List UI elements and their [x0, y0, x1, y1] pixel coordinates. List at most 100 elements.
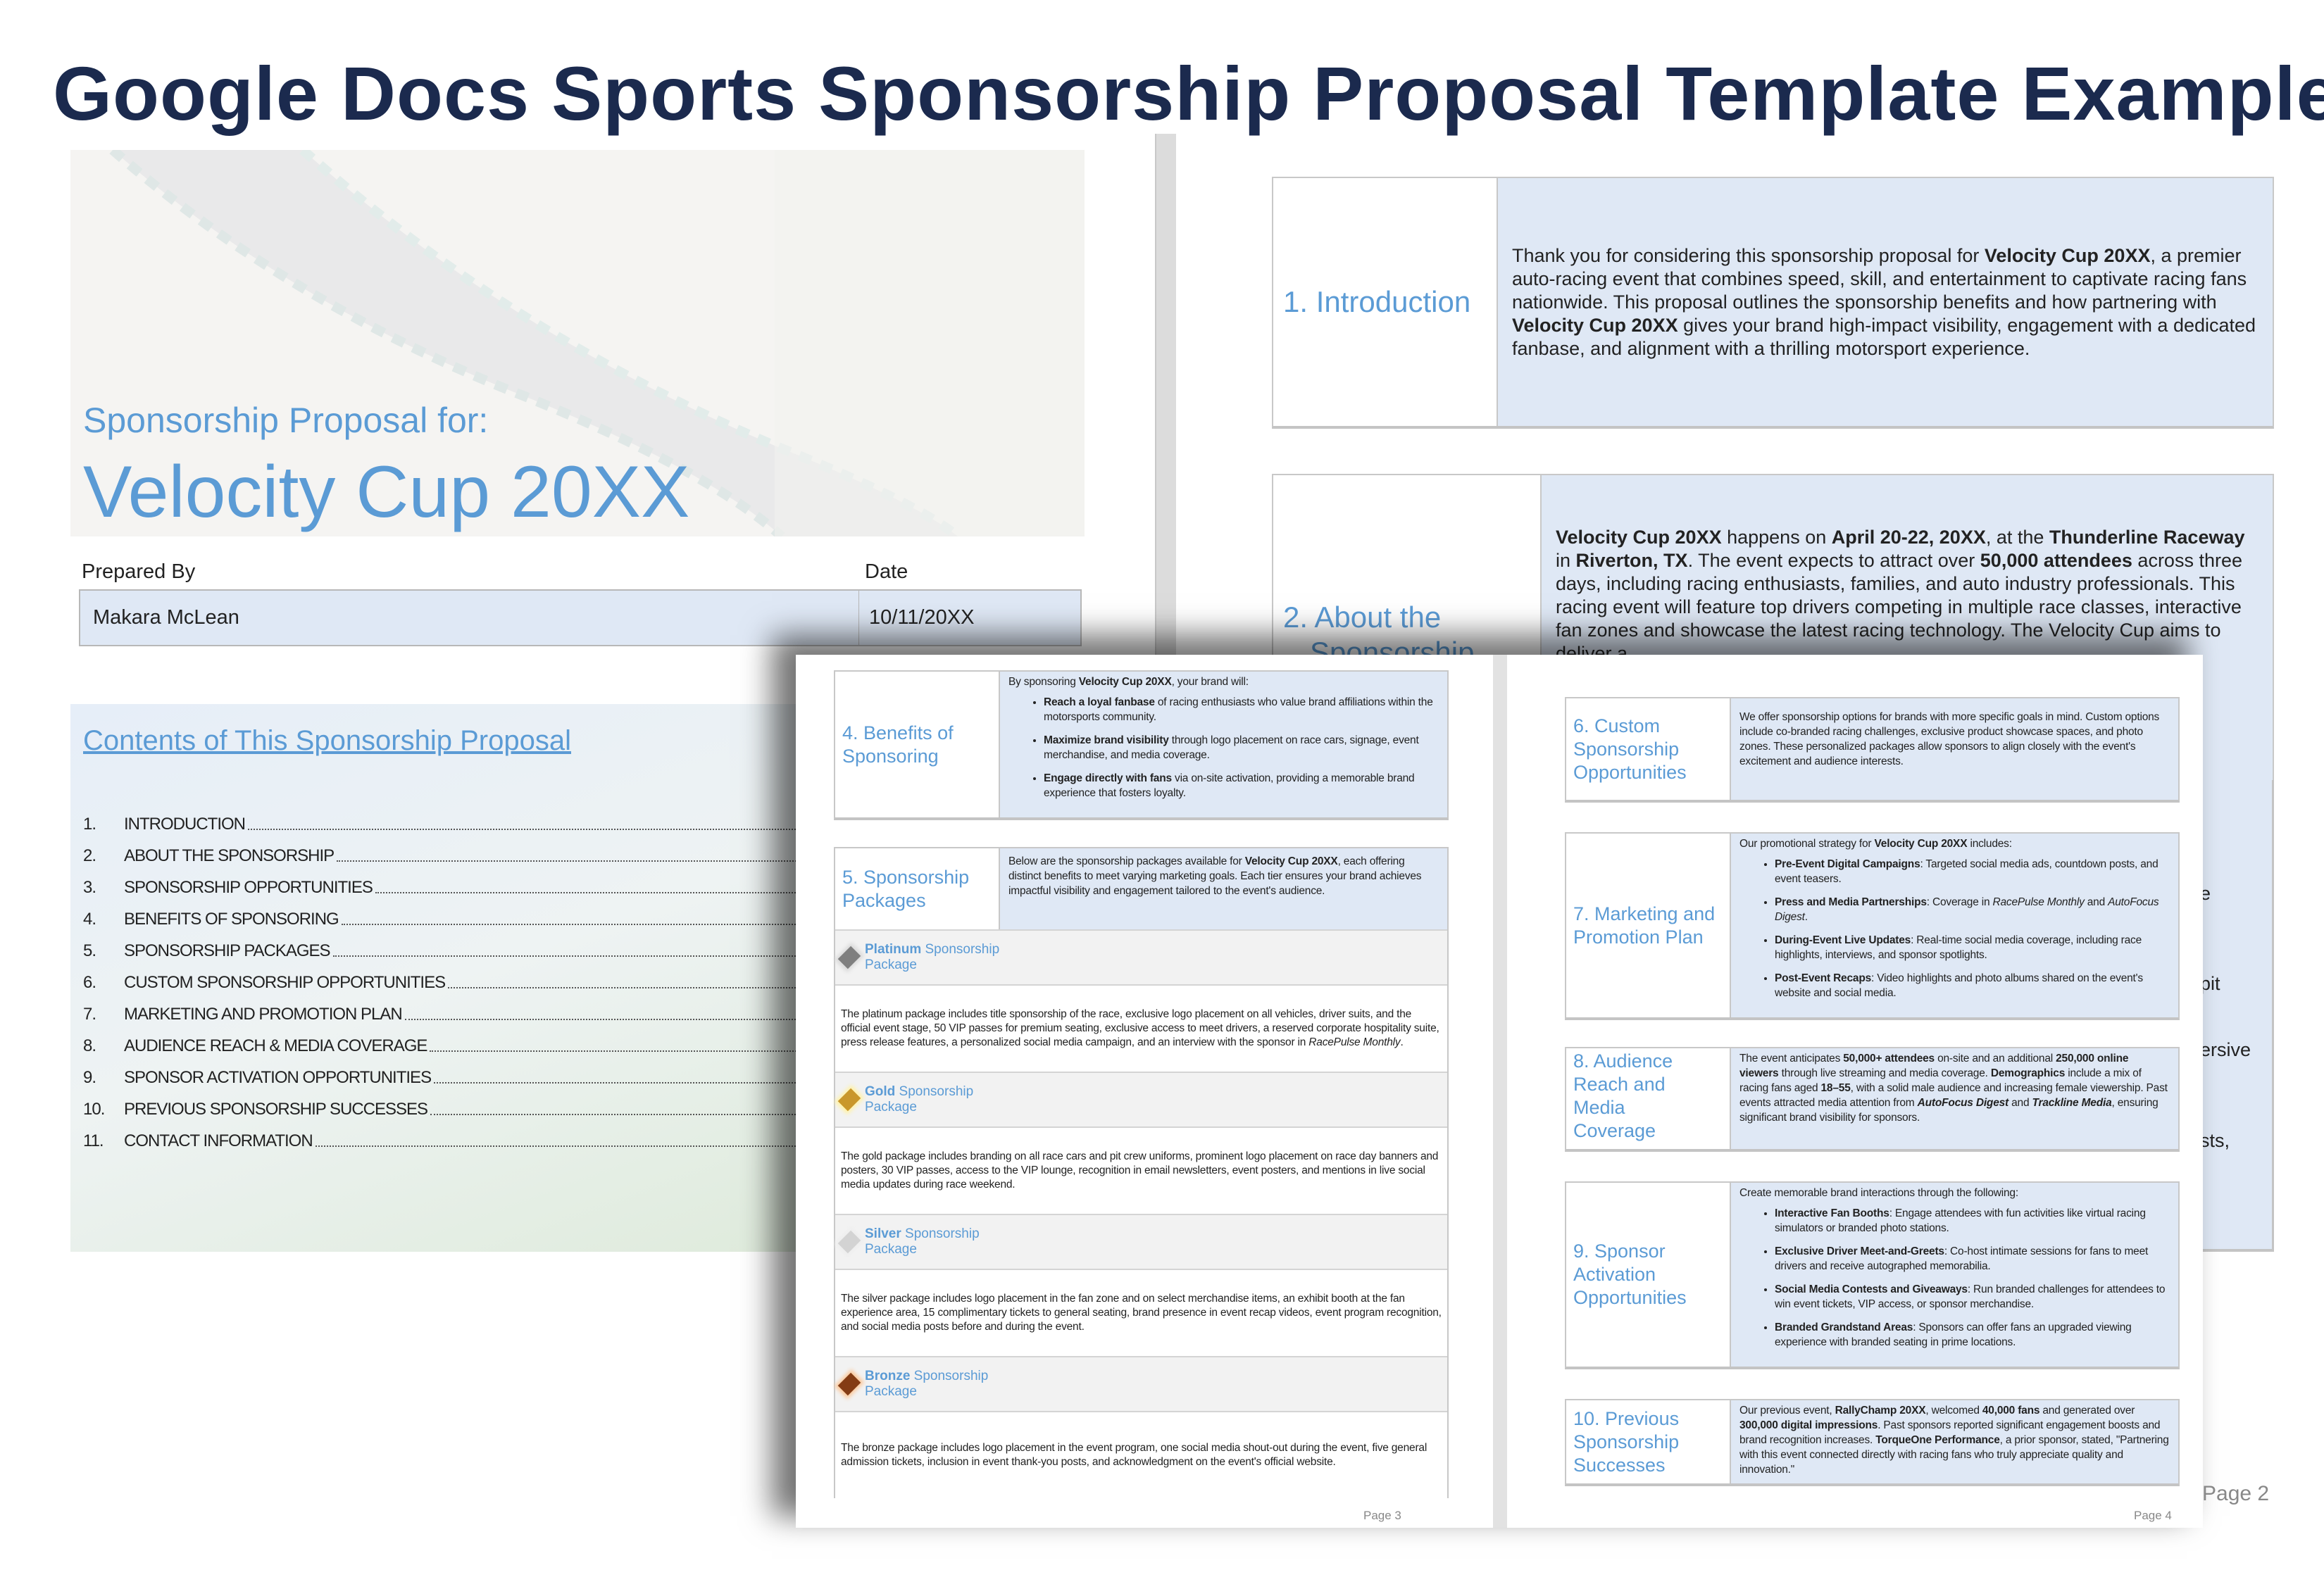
- text-run: During-Event Live Updates: [1775, 934, 1911, 946]
- toc-label: CONTACT INFORMATION: [124, 1131, 313, 1150]
- section-label: 7. Marketing and Promotion Plan: [1566, 834, 1730, 1017]
- text-run: Press and Media Partnerships: [1775, 896, 1927, 908]
- text-run: and: [2084, 896, 2109, 908]
- label-line: 8. Audience: [1573, 1050, 1673, 1072]
- contents-title-link[interactable]: Contents of This Sponsorship Proposal: [83, 725, 571, 757]
- text-run: . The event expects to attract over: [1687, 550, 1980, 571]
- toc-label: AUDIENCE REACH & MEDIA COVERAGE: [124, 1036, 427, 1055]
- text-run: April 20-22, 20XX: [1831, 527, 1986, 548]
- package-description: The bronze package includes logo placeme…: [835, 1412, 1447, 1498]
- toc-number: 5.: [83, 941, 96, 960]
- label-line: Opportunities: [1573, 1287, 1687, 1308]
- partial-text: sts,: [2200, 1130, 2230, 1151]
- cover-subtitle: Sponsorship Proposal for:: [83, 401, 489, 440]
- package-text: The platinum package includes title spon…: [841, 1007, 1442, 1050]
- toc-label: CUSTOM SPONSORSHIP OPPORTUNITIES: [124, 972, 446, 992]
- label-line: 9. Sponsor: [1573, 1241, 1666, 1262]
- package-title: Gold Sponsorship Package: [865, 1084, 973, 1115]
- section-text: Below are the sponsorship packages avail…: [1008, 854, 1439, 898]
- text-run: Post-Event Recaps: [1775, 972, 1872, 984]
- label-line: 5. Sponsorship: [842, 866, 970, 888]
- text-run: Maximize brand visibility: [1044, 734, 1169, 746]
- toc-number: 8.: [83, 1036, 96, 1055]
- package-title-rest: Sponsorship: [895, 1084, 974, 1099]
- text-run: The gold package includes branding on al…: [841, 1150, 1439, 1191]
- text-run: Velocity Cup 20XX: [1556, 527, 1722, 548]
- text-run: By sponsoring: [1008, 676, 1079, 688]
- text-run: on-site and an additional: [1934, 1053, 2056, 1065]
- bullet-item: Press and Media Partnerships: Coverage i…: [1775, 895, 2170, 924]
- text-run: 50,000 attendees: [1980, 550, 2132, 571]
- text-run: Our previous event,: [1739, 1405, 1835, 1417]
- label-line: Sponsoring: [842, 745, 939, 767]
- text-run: .: [1804, 911, 1808, 923]
- package-title: Silver Sponsorship Package: [865, 1226, 980, 1257]
- toc-label: INTRODUCTION: [124, 814, 246, 834]
- section-body: We offer sponsorship options for brands …: [1730, 698, 2178, 800]
- package-list: Platinum Sponsorship Package The platinum …: [834, 929, 1449, 1498]
- text-run: Thunderline Raceway: [2049, 527, 2245, 548]
- package-title-line2: Package: [865, 1384, 917, 1399]
- bullet-list: Pre-Event Digital Campaigns: Targeted so…: [1775, 857, 2170, 1000]
- section-packages: 5. Sponsorship Packages Below are the spo…: [834, 847, 1449, 929]
- label-line: 2. About the: [1283, 601, 1442, 634]
- package-text: The gold package includes branding on al…: [841, 1150, 1442, 1192]
- partial-text: pit: [2200, 973, 2220, 994]
- prepared-by-field[interactable]: Makara McLean: [80, 591, 859, 645]
- section-body: Our promotional strategy for Velocity Cu…: [1730, 834, 2178, 1017]
- text-run: Pre-Event Digital Campaigns: [1775, 858, 1920, 870]
- toc-number: 7.: [83, 1004, 96, 1024]
- text-run: The silver package includes logo placeme…: [841, 1293, 1442, 1333]
- package-title-line2: Package: [865, 957, 917, 972]
- text-run: RacePulse Monthly: [1308, 1036, 1401, 1048]
- bullet-item: Interactive Fan Booths: Engage attendees…: [1775, 1206, 2170, 1236]
- package-title-rest: Sponsorship: [921, 942, 1000, 957]
- section-label: 8. Audience Reach and Media Coverage: [1566, 1048, 1730, 1149]
- label-line: 6. Custom: [1573, 715, 1661, 736]
- toc-number: 1.: [83, 814, 96, 834]
- toc-number: 6.: [83, 972, 96, 992]
- label-line: Opportunities: [1573, 761, 1687, 783]
- text-run: .: [1400, 1036, 1404, 1048]
- toc-number: 9.: [83, 1067, 96, 1087]
- text-run: Branded Grandstand Areas: [1775, 1321, 1913, 1333]
- package-header: Gold Sponsorship Package: [835, 1072, 1447, 1128]
- text-run: The event anticipates: [1739, 1053, 1844, 1065]
- section-text: The event anticipates 50,000+ attendees …: [1739, 1051, 2170, 1125]
- text-run: happens on: [1721, 527, 1832, 548]
- page-number: Page 4: [2134, 1509, 2172, 1522]
- text-run: , at the: [1985, 527, 2049, 548]
- section-body: The event anticipates 50,000+ attendees …: [1730, 1048, 2178, 1149]
- label-line: Activation: [1573, 1264, 1656, 1285]
- package-description: The silver package includes logo placeme…: [835, 1270, 1447, 1356]
- toc-number: 2.: [83, 846, 96, 865]
- text-run: and: [2008, 1097, 2032, 1109]
- package-tier: Bronze: [865, 1369, 911, 1383]
- section-body: By sponsoring Velocity Cup 20XX, your br…: [999, 672, 1447, 817]
- toc-number: 3.: [83, 877, 96, 897]
- gold-diamond-icon: [837, 1088, 861, 1112]
- package-header: Platinum Sponsorship Package: [835, 929, 1447, 986]
- text-run: Velocity Cup 20XX: [1512, 314, 1678, 336]
- toc-label: SPONSORSHIP OPPORTUNITIES: [124, 877, 373, 897]
- package-tier: Platinum: [865, 942, 922, 957]
- toc-label: SPONSORSHIP PACKAGES: [124, 941, 331, 960]
- toc-label: PREVIOUS SPONSORSHIP SUCCESSES: [124, 1099, 428, 1119]
- label-line: Reach and: [1573, 1074, 1666, 1095]
- text-run: 50,000+ attendees: [1843, 1053, 1935, 1065]
- section-activation: 9. Sponsor Activation Opportunities Create…: [1565, 1181, 2180, 1369]
- section-label: 4. Benefits of Sponsoring: [835, 672, 999, 817]
- label-line: Sponsorship: [1573, 1431, 1680, 1452]
- label-line: Coverage: [1573, 1120, 1656, 1141]
- text-run: Riverton, TX: [1575, 550, 1688, 571]
- text-run: RacePulse Monthly: [1992, 896, 2085, 908]
- text-run: 300,000 digital impressions: [1739, 1419, 1878, 1431]
- section-text: Thank you for considering this sponsorsh…: [1512, 244, 2259, 360]
- bullet-item: Reach a loyal fanbase of racing enthusia…: [1044, 695, 1439, 724]
- bullet-item: Exclusive Driver Meet-and-Greets: Co-hos…: [1775, 1244, 2170, 1274]
- text-run: Reach a loyal fanbase: [1044, 696, 1155, 708]
- package-title-line2: Package: [865, 1242, 917, 1257]
- date-field[interactable]: 10/11/20XX: [859, 591, 1080, 645]
- toc-label: SPONSOR ACTIVATION OPPORTUNITIES: [124, 1067, 432, 1087]
- package-header: Silver Sponsorship Package: [835, 1214, 1447, 1270]
